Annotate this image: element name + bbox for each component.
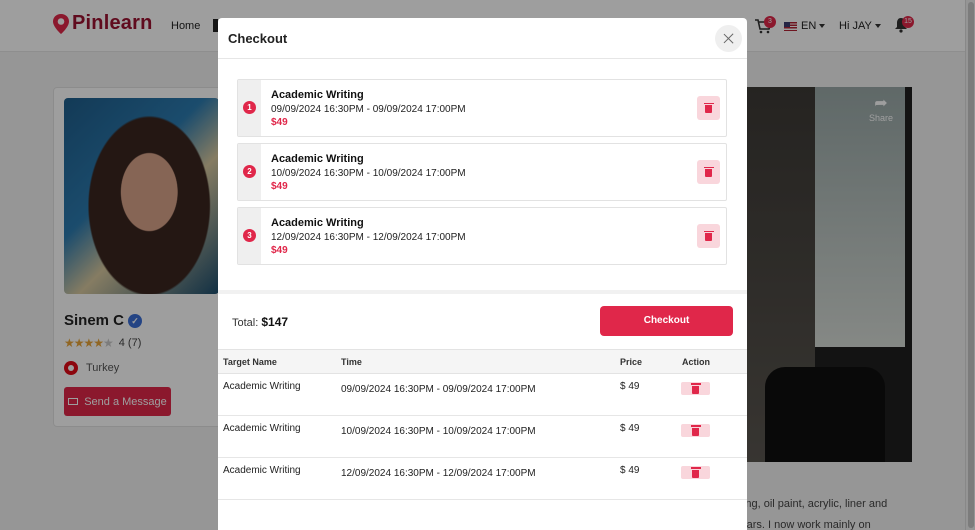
table-row: Academic Writing 09/09/2024 16:30PM - 09…: [218, 374, 747, 416]
cell-time: 09/09/2024 16:30PM - 09/09/2024 17:00PM: [341, 384, 536, 395]
cart-item-title: Academic Writing: [271, 89, 364, 101]
remove-row-button[interactable]: [681, 424, 710, 437]
checkout-modal: Checkout 1 Academic Writing 09/09/2024 1…: [218, 18, 747, 530]
trash-icon: [690, 425, 701, 436]
table-header: Target Name Time Price Action: [218, 349, 747, 374]
trash-icon: [690, 383, 701, 394]
close-icon[interactable]: [715, 25, 742, 52]
cell-time: 12/09/2024 16:30PM - 12/09/2024 17:00PM: [341, 468, 536, 479]
cart-item-time: 09/09/2024 16:30PM - 09/09/2024 17:00PM: [271, 104, 466, 115]
cell-target-name: Academic Writing: [223, 381, 301, 392]
remove-item-button[interactable]: [697, 224, 720, 248]
cell-price: $ 49: [620, 423, 640, 434]
cart-item: 3 Academic Writing 12/09/2024 16:30PM - …: [237, 207, 727, 265]
column-header: Time: [341, 357, 362, 367]
cell-target-name: Academic Writing: [223, 423, 301, 434]
cart-item-price: $49: [271, 245, 288, 256]
total-label: Total:: [232, 317, 259, 329]
cart-item-time: 12/09/2024 16:30PM - 12/09/2024 17:00PM: [271, 232, 466, 243]
cart-item-number: 3: [243, 229, 256, 242]
remove-item-button[interactable]: [697, 96, 720, 120]
cart-item-index-column: 2: [238, 144, 261, 200]
cart-item-time: 10/09/2024 16:30PM - 10/09/2024 17:00PM: [271, 168, 466, 179]
table-row: Academic Writing 12/09/2024 16:30PM - 12…: [218, 458, 747, 500]
cart-item-price: $49: [271, 181, 288, 192]
modal-header: Checkout: [218, 18, 747, 59]
cart-item-number: 1: [243, 101, 256, 114]
cart-item-number: 2: [243, 165, 256, 178]
trash-icon: [703, 166, 714, 177]
cart-item-title: Academic Writing: [271, 217, 364, 229]
remove-row-button[interactable]: [681, 466, 710, 479]
cart-item: 2 Academic Writing 10/09/2024 16:30PM - …: [237, 143, 727, 201]
cell-price: $ 49: [620, 381, 640, 392]
trash-icon: [703, 230, 714, 241]
total-value: $147: [261, 315, 289, 329]
remove-row-button[interactable]: [681, 382, 710, 395]
cell-target-name: Academic Writing: [223, 465, 301, 476]
section-divider: [218, 290, 747, 294]
column-header: Action: [682, 357, 710, 367]
trash-icon: [690, 467, 701, 478]
cell-time: 10/09/2024 16:30PM - 10/09/2024 17:00PM: [341, 426, 536, 437]
cart-item-price: $49: [271, 117, 288, 128]
modal-title: Checkout: [228, 31, 288, 46]
cart-item-index-column: 3: [238, 208, 261, 264]
cart-item: 1 Academic Writing 09/09/2024 16:30PM - …: [237, 79, 727, 137]
order-total: Total: $147: [232, 315, 288, 329]
checkout-button[interactable]: Checkout: [600, 306, 733, 336]
cell-price: $ 49: [620, 465, 640, 476]
trash-icon: [703, 102, 714, 113]
column-header: Target Name: [223, 357, 277, 367]
cart-item-index-column: 1: [238, 80, 261, 136]
column-header: Price: [620, 357, 643, 367]
remove-item-button[interactable]: [697, 160, 720, 184]
table-row: Academic Writing 10/09/2024 16:30PM - 10…: [218, 416, 747, 458]
cart-item-title: Academic Writing: [271, 153, 364, 165]
